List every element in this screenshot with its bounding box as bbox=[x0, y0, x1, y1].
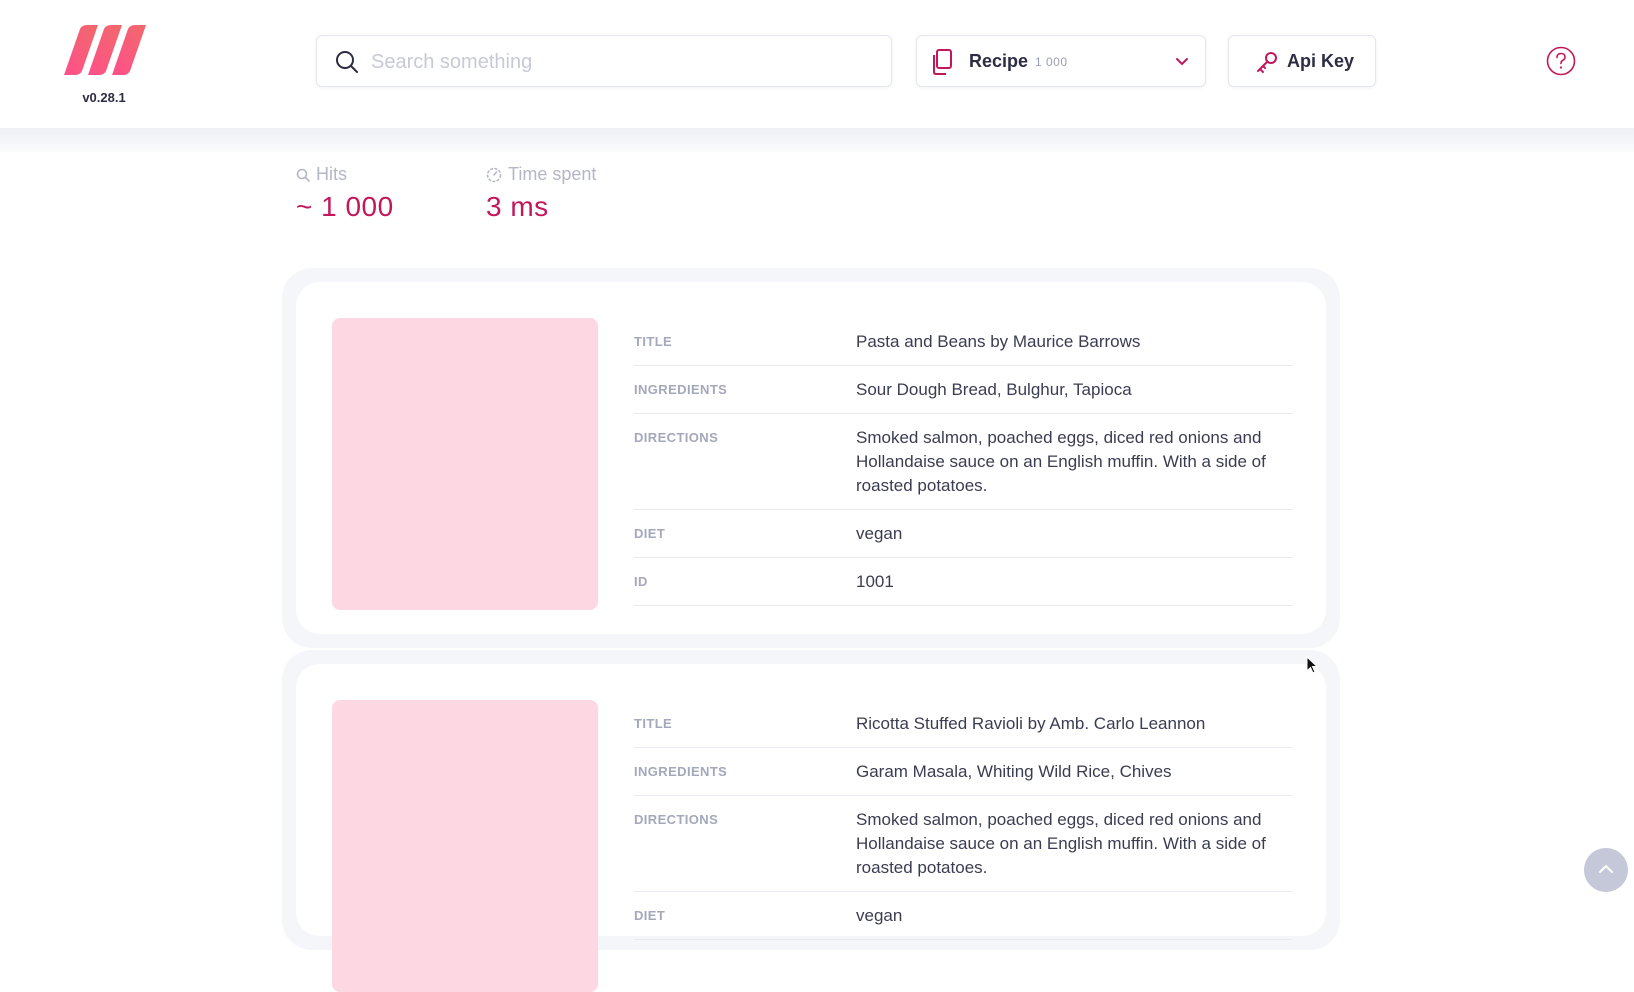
field-value: Garam Masala, Whiting Wild Rice, Chives bbox=[856, 762, 1172, 781]
field-key: DIRECTIONS bbox=[634, 430, 719, 445]
hits-label-row: Hits bbox=[296, 164, 394, 185]
field-value: Smoked salmon, poached eggs, diced red o… bbox=[856, 428, 1266, 495]
field-key: DIET bbox=[634, 908, 666, 923]
mouse-cursor-icon bbox=[1306, 656, 1318, 674]
api-key-label: Api Key bbox=[1287, 51, 1355, 71]
chevron-down-icon bbox=[1176, 58, 1188, 66]
result-card-wrapper: TITLE Ricotta Stuffed Ravioli by Amb. Ca… bbox=[282, 650, 1340, 992]
search-input[interactable] bbox=[369, 46, 873, 78]
time-label-row: Time spent bbox=[486, 164, 596, 185]
result-fields: TITLE Ricotta Stuffed Ravioli by Amb. Ca… bbox=[634, 700, 1292, 940]
document-icon bbox=[933, 49, 952, 75]
field-row-directions: DIRECTIONS Smoked salmon, poached eggs, … bbox=[634, 414, 1292, 510]
index-name: Recipe bbox=[969, 51, 1029, 71]
result-card-wrapper: TITLE Pasta and Beans by Maurice Barrows… bbox=[282, 268, 1340, 648]
field-row-title: TITLE Ricotta Stuffed Ravioli by Amb. Ca… bbox=[634, 700, 1292, 748]
hits-stat: Hits ~ 1 000 bbox=[296, 164, 394, 223]
top-header: v0.28.1 Recipe 1 000 Api Key bbox=[0, 0, 1634, 128]
result-image-placeholder bbox=[332, 318, 598, 610]
index-document-count: 1 000 bbox=[1035, 55, 1068, 69]
result-card: TITLE Ricotta Stuffed Ravioli by Amb. Ca… bbox=[296, 664, 1326, 992]
field-value: Sour Dough Bread, Bulghur, Tapioca bbox=[856, 380, 1132, 399]
time-value: 3 ms bbox=[486, 191, 549, 222]
field-key: DIRECTIONS bbox=[634, 812, 719, 827]
key-icon bbox=[1257, 52, 1277, 73]
help-icon[interactable] bbox=[1546, 46, 1576, 76]
hits-label: Hits bbox=[316, 164, 347, 184]
result-card: TITLE Pasta and Beans by Maurice Barrows… bbox=[296, 282, 1326, 634]
field-value: vegan bbox=[856, 906, 903, 925]
speedometer-icon bbox=[486, 167, 502, 182]
field-row-id: ID 1001 bbox=[634, 558, 1292, 606]
logo-icon[interactable] bbox=[62, 24, 146, 76]
field-value: Ricotta Stuffed Ravioli by Amb. Carlo Le… bbox=[856, 714, 1206, 733]
field-row-ingredients: INGREDIENTS Garam Masala, Whiting Wild R… bbox=[634, 748, 1292, 796]
field-value: vegan bbox=[856, 524, 903, 543]
field-key: DIET bbox=[634, 526, 666, 541]
field-row-ingredients: INGREDIENTS Sour Dough Bread, Bulghur, T… bbox=[634, 366, 1292, 414]
search-icon bbox=[296, 168, 310, 182]
header-divider bbox=[0, 128, 1634, 152]
scroll-to-top-button[interactable] bbox=[1584, 848, 1628, 892]
version-label: v0.28.1 bbox=[82, 90, 126, 105]
time-label: Time spent bbox=[508, 164, 597, 184]
field-value: Smoked salmon, poached eggs, diced red o… bbox=[856, 810, 1266, 877]
time-stat: Time spent 3 ms bbox=[486, 164, 596, 223]
field-key: ID bbox=[634, 574, 648, 589]
field-key: INGREDIENTS bbox=[634, 764, 728, 779]
chevron-up-icon bbox=[1599, 864, 1613, 873]
field-value: Pasta and Beans by Maurice Barrows bbox=[856, 332, 1141, 351]
field-row-directions: DIRECTIONS Smoked salmon, poached eggs, … bbox=[634, 796, 1292, 892]
search-box[interactable] bbox=[316, 35, 892, 87]
index-selector[interactable]: Recipe 1 000 bbox=[916, 35, 1206, 87]
field-row-diet: DIET vegan bbox=[634, 510, 1292, 558]
field-key: TITLE bbox=[634, 334, 673, 349]
api-key-button[interactable]: Api Key bbox=[1228, 35, 1376, 87]
search-icon bbox=[336, 51, 358, 73]
hits-value: ~ 1 000 bbox=[296, 191, 394, 222]
field-key: TITLE bbox=[634, 716, 673, 731]
field-row-diet: DIET vegan bbox=[634, 892, 1292, 940]
field-value: 1001 bbox=[856, 572, 894, 591]
field-key: INGREDIENTS bbox=[634, 382, 728, 397]
result-image-placeholder bbox=[332, 700, 598, 992]
result-fields: TITLE Pasta and Beans by Maurice Barrows… bbox=[634, 318, 1292, 606]
field-row-title: TITLE Pasta and Beans by Maurice Barrows bbox=[634, 318, 1292, 366]
